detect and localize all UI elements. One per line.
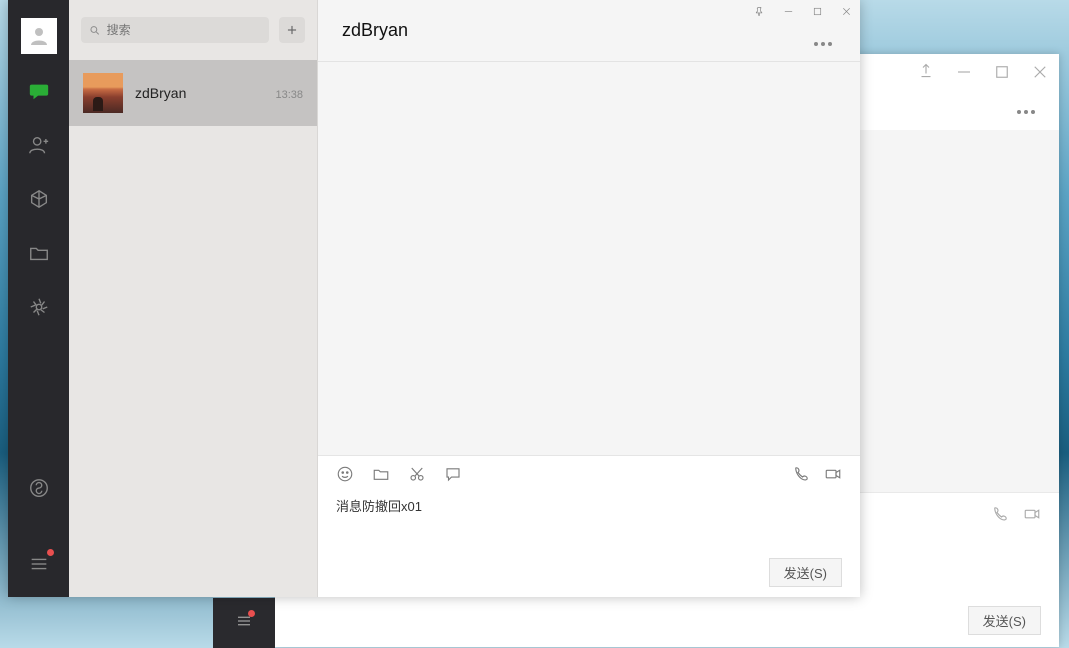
chat-messages[interactable] — [318, 62, 860, 455]
contact-avatar — [83, 73, 123, 113]
sidebar — [8, 0, 69, 597]
pin-icon[interactable] — [754, 4, 765, 22]
nav-menu[interactable] — [26, 551, 52, 577]
maximize-icon[interactable] — [993, 63, 1011, 86]
search-box[interactable] — [81, 17, 269, 43]
contact-item[interactable]: zdBryan 13:38 — [69, 60, 317, 126]
window-controls — [754, 4, 852, 22]
chat-title: zdBryan — [342, 20, 408, 41]
plus-icon — [285, 23, 299, 37]
search-icon — [89, 24, 101, 37]
nav-miniprogram[interactable] — [26, 475, 52, 501]
video-icon[interactable] — [1023, 505, 1041, 528]
chat-input-area: 消息防撤回x01 发送(S) — [318, 455, 860, 597]
folder-icon[interactable] — [372, 465, 390, 488]
search-input[interactable] — [107, 23, 261, 37]
close-icon[interactable] — [1031, 63, 1049, 86]
chat-list-panel: zdBryan 13:38 — [69, 0, 318, 597]
close-icon[interactable] — [841, 4, 852, 22]
maximize-icon[interactable] — [812, 4, 823, 22]
nav-chat[interactable] — [26, 78, 52, 104]
video-icon[interactable] — [824, 465, 842, 488]
notification-dot — [248, 610, 255, 617]
pin-icon[interactable] — [917, 63, 935, 86]
emoji-icon[interactable] — [336, 465, 354, 488]
minimize-icon[interactable] — [955, 63, 973, 86]
main-window: zdBryan 13:38 zdBryan — [8, 0, 860, 597]
contact-name: zdBryan — [135, 85, 186, 101]
chat-header: zdBryan — [318, 0, 860, 62]
more-icon — [1017, 110, 1035, 114]
nav-contacts[interactable] — [26, 132, 52, 158]
notification-dot — [47, 549, 54, 556]
user-avatar[interactable] — [21, 18, 57, 54]
new-chat-button[interactable] — [279, 17, 305, 43]
send-button[interactable]: 发送(S) — [769, 558, 842, 587]
chat-more-button[interactable] — [814, 42, 832, 46]
scissors-icon[interactable] — [408, 465, 426, 488]
contact-time: 13:38 — [275, 89, 303, 101]
bg-send-button[interactable]: 发送(S) — [968, 606, 1041, 635]
bg-hamburger[interactable] — [213, 598, 275, 648]
hamburger-icon — [235, 612, 253, 635]
chat-history-icon[interactable] — [444, 465, 462, 488]
chat-main: zdBryan — [318, 0, 860, 597]
phone-icon[interactable] — [792, 465, 810, 488]
minimize-icon[interactable] — [783, 4, 794, 22]
phone-icon[interactable] — [991, 505, 1009, 528]
nav-collect[interactable] — [26, 186, 52, 212]
nav-moments[interactable] — [26, 294, 52, 320]
nav-files[interactable] — [26, 240, 52, 266]
